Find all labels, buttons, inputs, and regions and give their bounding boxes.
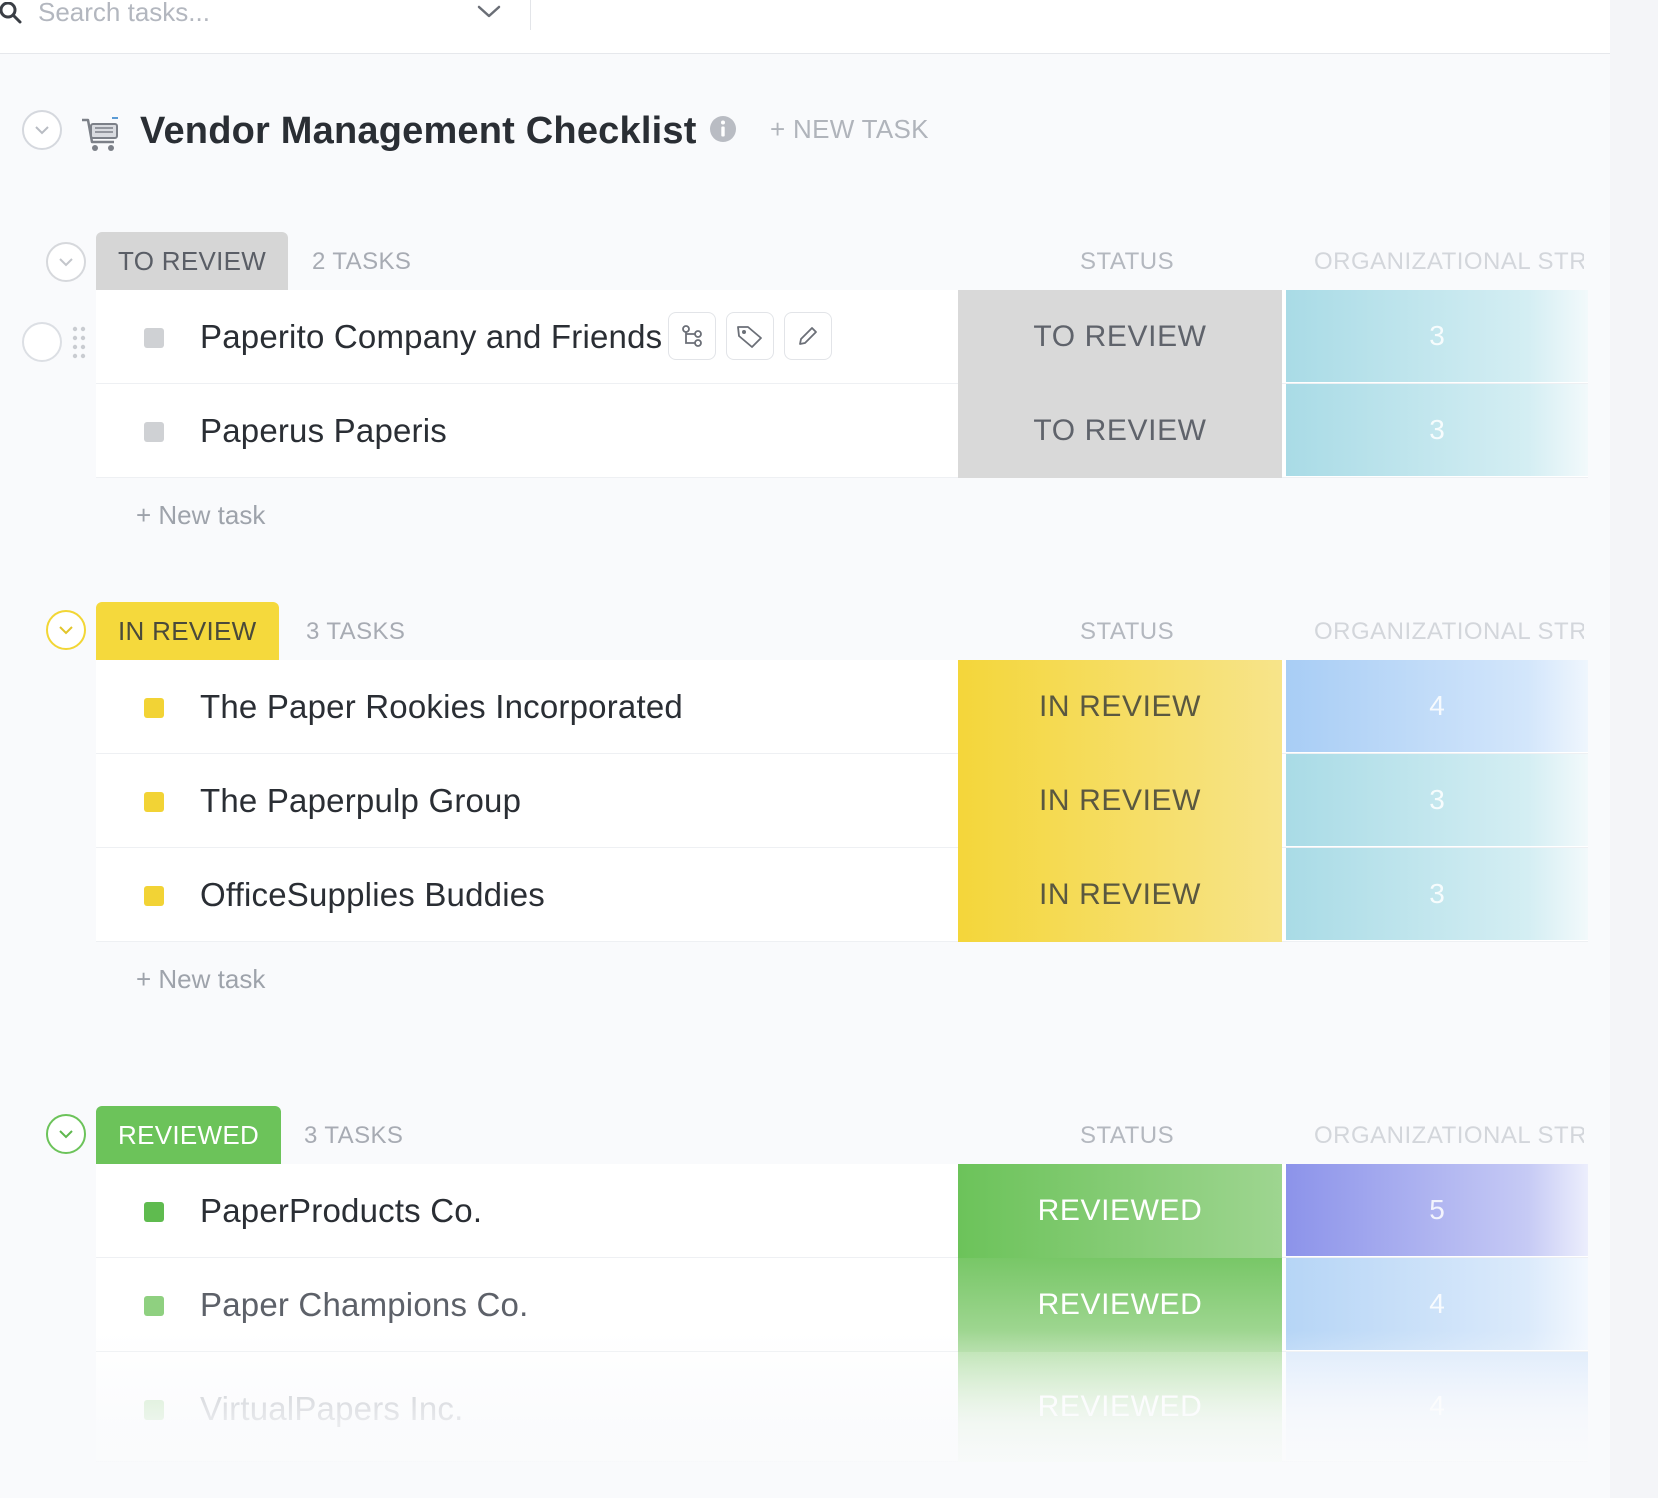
column-header-org[interactable]: ORGANIZATIONAL STRUCTURE	[1314, 1122, 1584, 1150]
search-input[interactable]	[38, 0, 458, 30]
status-cell[interactable]: TO REVIEW	[958, 384, 1282, 478]
drag-handle-icon[interactable]	[70, 324, 88, 360]
table-row[interactable]: PaperProducts Co. REVIEWED 5	[96, 1164, 1588, 1258]
task-name[interactable]: Paperito Company and Friends	[200, 318, 662, 356]
row-actions	[668, 312, 832, 360]
list-header: Vendor Management Checklist + NEW TASK	[0, 100, 1610, 170]
status-square-icon[interactable]	[144, 698, 164, 718]
status-square-icon[interactable]	[144, 1296, 164, 1316]
task-list: The Paper Rookies Incorporated IN REVIEW…	[96, 660, 1588, 942]
column-header-status[interactable]: STATUS	[1080, 248, 1174, 276]
new-task-header-button[interactable]: + NEW TASK	[770, 114, 929, 145]
org-structure-cell[interactable]: 4	[1286, 1352, 1588, 1460]
new-task-button[interactable]: + New task	[136, 964, 265, 995]
chevron-down-icon	[59, 1130, 73, 1139]
status-square-icon[interactable]	[144, 328, 164, 348]
column-header-status[interactable]: STATUS	[1080, 618, 1174, 646]
toolbar-divider	[530, 0, 531, 30]
tag-button[interactable]	[726, 312, 774, 360]
tag-icon	[737, 326, 762, 348]
org-structure-cell[interactable]: 3	[1286, 384, 1588, 476]
collapse-group-button[interactable]	[46, 610, 86, 650]
status-cell[interactable]: TO REVIEW	[958, 290, 1282, 384]
status-cell[interactable]: IN REVIEW	[958, 848, 1282, 942]
table-row[interactable]: VirtualPapers Inc. REVIEWED 4	[96, 1352, 1588, 1462]
status-square-icon[interactable]	[144, 422, 164, 442]
shopping-cart-icon	[82, 117, 118, 151]
task-name[interactable]: The Paperpulp Group	[200, 782, 521, 820]
table-row[interactable]: OfficeSupplies Buddies IN REVIEW 3	[96, 848, 1588, 942]
chevron-down-icon	[59, 258, 73, 267]
task-name[interactable]: OfficeSupplies Buddies	[200, 876, 545, 914]
status-cell[interactable]: REVIEWED	[958, 1352, 1282, 1462]
subtask-icon	[682, 325, 702, 347]
task-count: 2 TASKS	[312, 248, 412, 275]
search-icon	[0, 2, 22, 24]
org-structure-cell[interactable]: 3	[1286, 754, 1588, 846]
org-structure-cell[interactable]: 5	[1286, 1164, 1588, 1256]
status-square-icon[interactable]	[144, 886, 164, 906]
task-list: Paperito Company and Friends TO REVIEW 3…	[96, 290, 1588, 478]
status-square-icon[interactable]	[144, 1202, 164, 1222]
status-square-icon[interactable]	[144, 792, 164, 812]
status-cell[interactable]: IN REVIEW	[958, 660, 1282, 754]
collapse-list-button[interactable]	[22, 110, 62, 150]
collapse-group-button[interactable]	[46, 242, 86, 282]
status-badge[interactable]: TO REVIEW	[96, 232, 289, 290]
task-list: PaperProducts Co. REVIEWED 5 Paper Champ…	[96, 1164, 1588, 1462]
chevron-down-icon	[35, 126, 49, 135]
chevron-down-icon[interactable]	[476, 2, 502, 22]
org-structure-cell[interactable]: 4	[1286, 1258, 1588, 1350]
page-title: Vendor Management Checklist	[140, 110, 697, 152]
right-panel-edge	[1610, 0, 1658, 1498]
status-badge[interactable]: REVIEWED	[96, 1106, 282, 1164]
table-row[interactable]: Paper Champions Co. REVIEWED 4	[96, 1258, 1588, 1352]
org-structure-cell[interactable]: 3	[1286, 290, 1588, 382]
task-name[interactable]: The Paper Rookies Incorporated	[200, 688, 683, 726]
info-icon[interactable]	[708, 114, 738, 144]
status-cell[interactable]: IN REVIEW	[958, 754, 1282, 848]
org-structure-cell[interactable]: 3	[1286, 848, 1588, 940]
table-row[interactable]: Paperito Company and Friends TO REVIEW 3	[96, 290, 1588, 384]
task-name[interactable]: Paperus Paperis	[200, 412, 447, 450]
collapse-group-button[interactable]	[46, 1114, 86, 1154]
column-header-org[interactable]: ORGANIZATIONAL STRUCTURE	[1314, 618, 1584, 646]
task-name[interactable]: Paper Champions Co.	[200, 1286, 528, 1324]
top-bar	[0, 0, 1610, 54]
group-header: REVIEWED 3 TASKS STATUS ORGANIZATIONAL S…	[0, 1106, 1610, 1166]
column-header-status[interactable]: STATUS	[1080, 1122, 1174, 1150]
task-name[interactable]: VirtualPapers Inc.	[200, 1390, 463, 1428]
chevron-down-icon	[59, 626, 73, 635]
table-row[interactable]: The Paperpulp Group IN REVIEW 3	[96, 754, 1588, 848]
org-structure-cell[interactable]: 4	[1286, 660, 1588, 752]
status-badge[interactable]: IN REVIEW	[96, 602, 279, 660]
row-select-checkbox[interactable]	[22, 322, 62, 362]
edit-button[interactable]	[784, 312, 832, 360]
subtask-button[interactable]	[668, 312, 716, 360]
task-count: 3 TASKS	[306, 618, 406, 645]
pencil-icon	[799, 327, 817, 345]
table-row[interactable]: Paperus Paperis TO REVIEW 3	[96, 384, 1588, 478]
group-header: IN REVIEW 3 TASKS STATUS ORGANIZATIONAL …	[0, 602, 1610, 662]
group-header: TO REVIEW 2 TASKS STATUS ORGANIZATIONAL …	[0, 232, 1610, 292]
task-count: 3 TASKS	[304, 1122, 404, 1149]
status-cell[interactable]: REVIEWED	[958, 1258, 1282, 1352]
status-cell[interactable]: REVIEWED	[958, 1164, 1282, 1258]
table-row[interactable]: The Paper Rookies Incorporated IN REVIEW…	[96, 660, 1588, 754]
column-header-org[interactable]: ORGANIZATIONAL STRUCTURE	[1314, 248, 1584, 276]
status-square-icon[interactable]	[144, 1400, 164, 1420]
task-name[interactable]: PaperProducts Co.	[200, 1192, 482, 1230]
new-task-button[interactable]: + New task	[136, 500, 265, 531]
